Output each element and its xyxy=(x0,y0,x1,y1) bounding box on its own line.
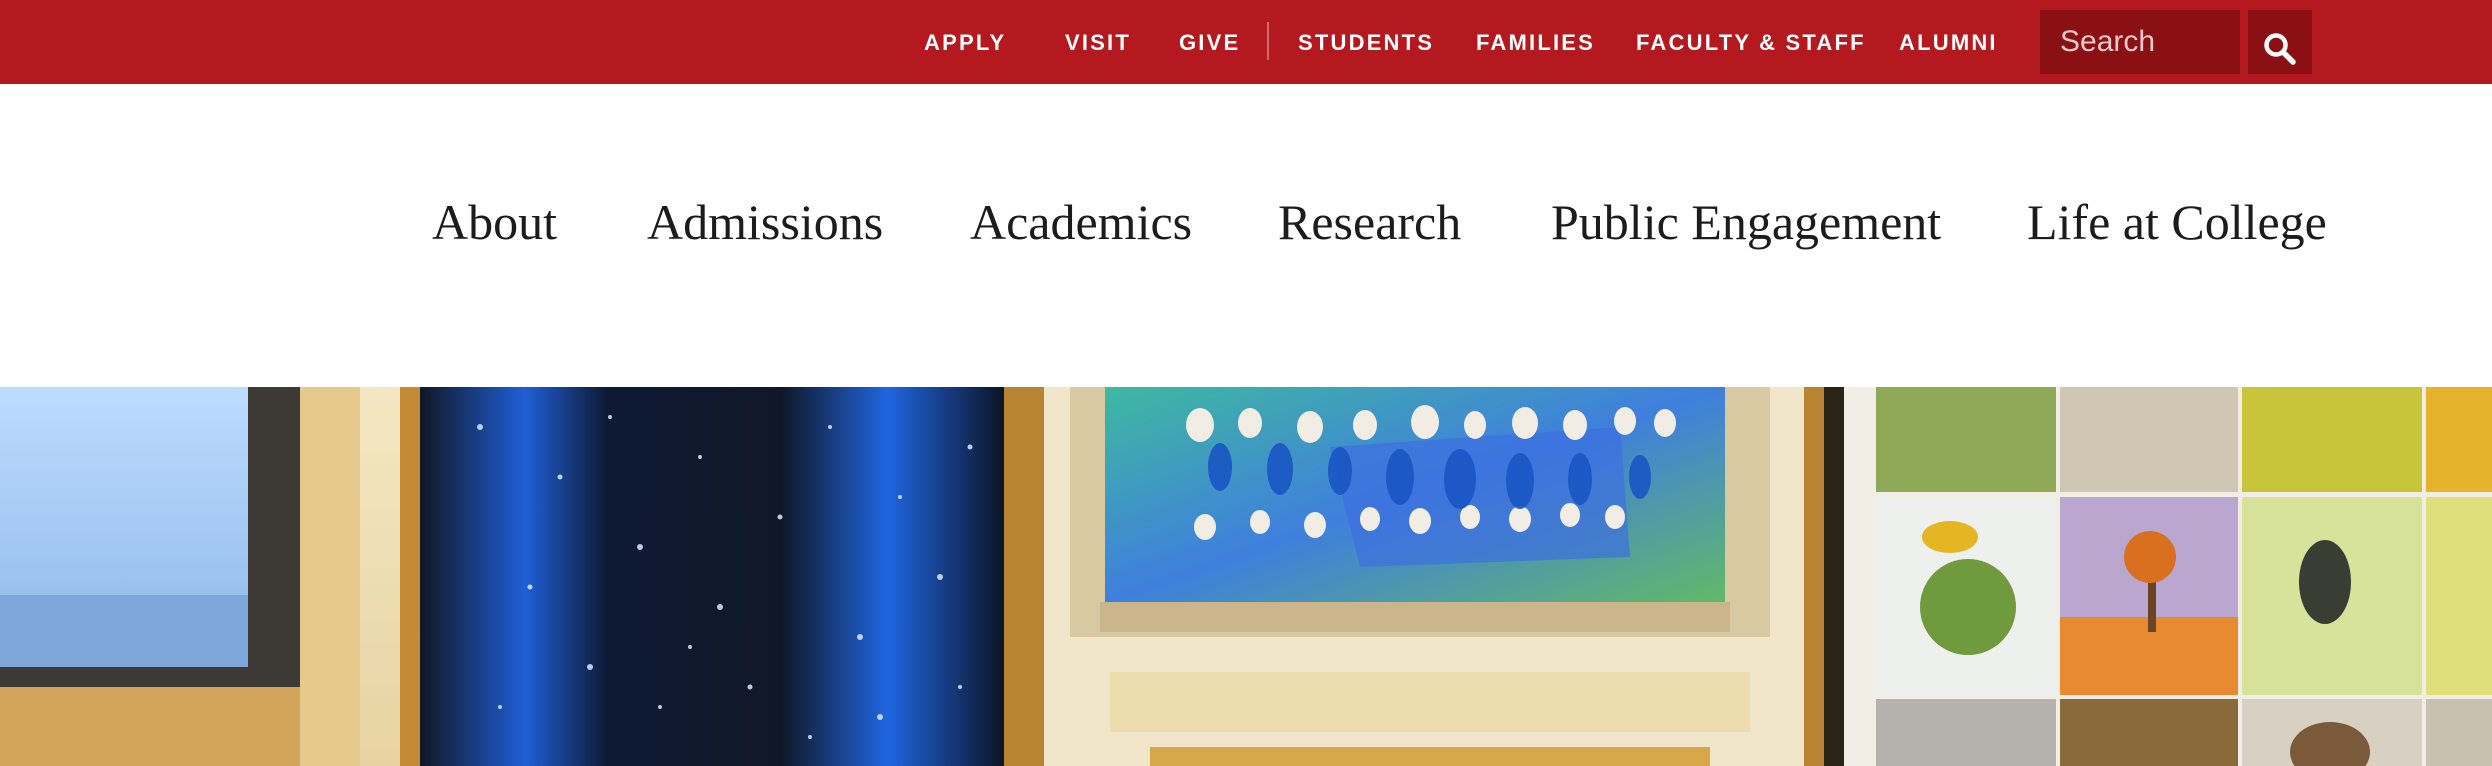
utility-bar: APPLY VISIT GIVE STUDENTS FAMILIES FACUL… xyxy=(0,0,2492,84)
search-icon xyxy=(2264,33,2296,65)
visit-link[interactable]: VISIT xyxy=(1065,0,1131,84)
main-nav: About Admissions Academics Research Publ… xyxy=(0,84,2492,387)
search-input[interactable] xyxy=(2040,10,2240,74)
nav-item-about[interactable]: About xyxy=(432,192,557,252)
nav-item-life-at-college[interactable]: Life at College xyxy=(2027,192,2327,252)
utility-divider xyxy=(1267,22,1269,60)
hero-image xyxy=(0,387,2492,766)
nav-item-academics[interactable]: Academics xyxy=(970,192,1192,252)
nav-item-research[interactable]: Research xyxy=(1278,192,1461,252)
hero-photo-exhibit xyxy=(0,387,2492,766)
search-button[interactable] xyxy=(2248,10,2312,74)
give-link[interactable]: GIVE xyxy=(1179,0,1240,84)
students-link[interactable]: STUDENTS xyxy=(1298,0,1434,84)
nav-item-admissions[interactable]: Admissions xyxy=(647,192,883,252)
alumni-link[interactable]: ALUMNI xyxy=(1899,0,1998,84)
families-link[interactable]: FAMILIES xyxy=(1476,0,1595,84)
faculty-staff-link[interactable]: FACULTY & STAFF xyxy=(1636,0,1866,84)
nav-item-public-engagement[interactable]: Public Engagement xyxy=(1551,192,1941,252)
apply-link[interactable]: APPLY xyxy=(924,0,1006,84)
